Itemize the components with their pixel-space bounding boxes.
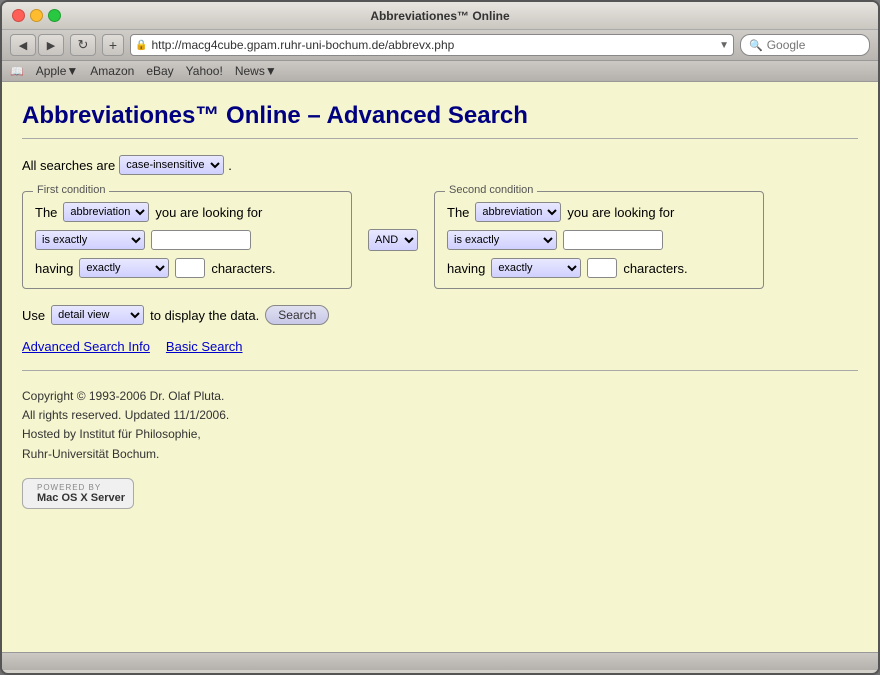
conjunction-select[interactable]: AND OR <box>368 229 418 251</box>
search-button[interactable]: Search <box>265 305 329 325</box>
second-characters-label: characters. <box>623 261 687 276</box>
footer-line4: Ruhr-Universität Bochum. <box>22 445 858 464</box>
forward-button[interactable]: ▶ <box>38 34 64 56</box>
search-bar-container: 🔍 <box>740 34 870 56</box>
display-prefix: Use <box>22 308 45 323</box>
links-row: Advanced Search Info Basic Search <box>22 339 858 354</box>
first-characters-label: characters. <box>211 261 275 276</box>
second-is-exactly-select[interactable]: is exactly starts with ends with contain… <box>447 230 557 250</box>
bookmark-ebay[interactable]: eBay <box>146 64 173 78</box>
minimize-button[interactable] <box>30 9 43 22</box>
searches-suffix: . <box>228 158 232 173</box>
nav-buttons: ◀ ▶ <box>10 34 64 56</box>
second-condition-legend: Second condition <box>445 184 537 196</box>
window-title: Abbreviationes™ Online <box>370 9 509 23</box>
bookmark-apple[interactable]: Apple▼ <box>36 64 79 78</box>
footer-divider <box>22 370 858 371</box>
second-condition-row2: is exactly starts with ends with contain… <box>447 230 751 250</box>
first-abbreviation-select[interactable]: abbreviation expansion <box>63 202 149 222</box>
url-bar-container: 🔒 ▼ <box>130 34 734 56</box>
first-the-label: The <box>35 205 57 220</box>
first-condition-legend: First condition <box>33 184 109 196</box>
title-divider <box>22 138 858 139</box>
first-exactly-select[interactable]: exactly at least at most <box>79 258 169 278</box>
searches-line: All searches are case-insensitive case-s… <box>22 155 858 175</box>
second-condition-box: Second condition The abbreviation expans… <box>434 191 764 289</box>
traffic-lights <box>12 9 61 22</box>
refresh-button[interactable]: ↻ <box>70 34 96 56</box>
first-is-exactly-select[interactable]: is exactly starts with ends with contain… <box>35 230 145 250</box>
browser-window: Abbreviationes™ Online ◀ ▶ ↻ + 🔒 ▼ 🔍 📖 A… <box>0 0 880 675</box>
conjunction-container: AND OR <box>368 229 418 251</box>
maximize-button[interactable] <box>48 9 61 22</box>
powered-by-label: POWERED BY <box>37 483 125 492</box>
first-condition-row3: having exactly at least at most characte… <box>35 258 339 278</box>
basic-search-link[interactable]: Basic Search <box>166 339 243 354</box>
page-title: Abbreviationes™ Online – Advanced Search <box>22 102 858 130</box>
search-input[interactable] <box>767 38 857 52</box>
footer-line3: Hosted by Institut für Philosophie, <box>22 425 858 444</box>
add-tab-button[interactable]: + <box>102 34 124 56</box>
bookmark-amazon[interactable]: Amazon <box>90 64 134 78</box>
bookmark-news[interactable]: News▼ <box>235 64 277 78</box>
first-search-input[interactable] <box>151 230 251 250</box>
first-looking-for-label: you are looking for <box>155 205 262 220</box>
bookmarks-icon: 📖 <box>10 65 24 78</box>
close-button[interactable] <box>12 9 25 22</box>
bookmarks-bar: 📖 Apple▼ Amazon eBay Yahoo! News▼ <box>2 61 878 82</box>
second-abbreviation-select[interactable]: abbreviation expansion <box>475 202 561 222</box>
powered-text: POWERED BY Mac OS X Server <box>37 483 125 504</box>
lock-icon: 🔒 <box>135 40 147 51</box>
second-char-input[interactable] <box>587 258 617 278</box>
status-bar <box>2 652 878 670</box>
bookmark-yahoo[interactable]: Yahoo! <box>186 64 223 78</box>
second-search-input[interactable] <box>563 230 663 250</box>
display-row: Use detail view compact view to display … <box>22 305 858 325</box>
search-icon: 🔍 <box>749 39 763 52</box>
toolbar: ◀ ▶ ↻ + 🔒 ▼ 🔍 <box>2 30 878 61</box>
footer-line1: Copyright © 1993-2006 Dr. Olaf Pluta. <box>22 387 858 406</box>
second-exactly-select[interactable]: exactly at least at most <box>491 258 581 278</box>
url-input[interactable] <box>151 38 715 52</box>
second-the-label: The <box>447 205 469 220</box>
second-condition-row3: having exactly at least at most characte… <box>447 258 751 278</box>
footer-text: Copyright © 1993-2006 Dr. Olaf Pluta. Al… <box>22 387 858 464</box>
case-select[interactable]: case-insensitive case-sensitive <box>119 155 224 175</box>
back-button[interactable]: ◀ <box>10 34 36 56</box>
first-having-label: having <box>35 261 73 276</box>
powered-badge[interactable]: POWERED BY Mac OS X Server <box>22 478 134 509</box>
first-char-input[interactable] <box>175 258 205 278</box>
second-looking-for-label: you are looking for <box>567 205 674 220</box>
footer-line2: All rights reserved. Updated 11/1/2006. <box>22 406 858 425</box>
display-select[interactable]: detail view compact view <box>51 305 144 325</box>
first-condition-box: First condition The abbreviation expansi… <box>22 191 352 289</box>
first-condition-row2: is exactly starts with ends with contain… <box>35 230 339 250</box>
title-bar: Abbreviationes™ Online <box>2 2 878 30</box>
page-content: Abbreviationes™ Online – Advanced Search… <box>2 82 878 652</box>
first-condition-row1: The abbreviation expansion you are looki… <box>35 202 339 222</box>
display-suffix: to display the data. <box>150 308 259 323</box>
url-dropdown-icon[interactable]: ▼ <box>719 40 729 51</box>
second-condition-row1: The abbreviation expansion you are looki… <box>447 202 751 222</box>
powered-product-label: Mac OS X Server <box>37 492 125 504</box>
advanced-search-info-link[interactable]: Advanced Search Info <box>22 339 150 354</box>
second-having-label: having <box>447 261 485 276</box>
searches-prefix: All searches are <box>22 158 115 173</box>
conditions-row: First condition The abbreviation expansi… <box>22 191 858 289</box>
